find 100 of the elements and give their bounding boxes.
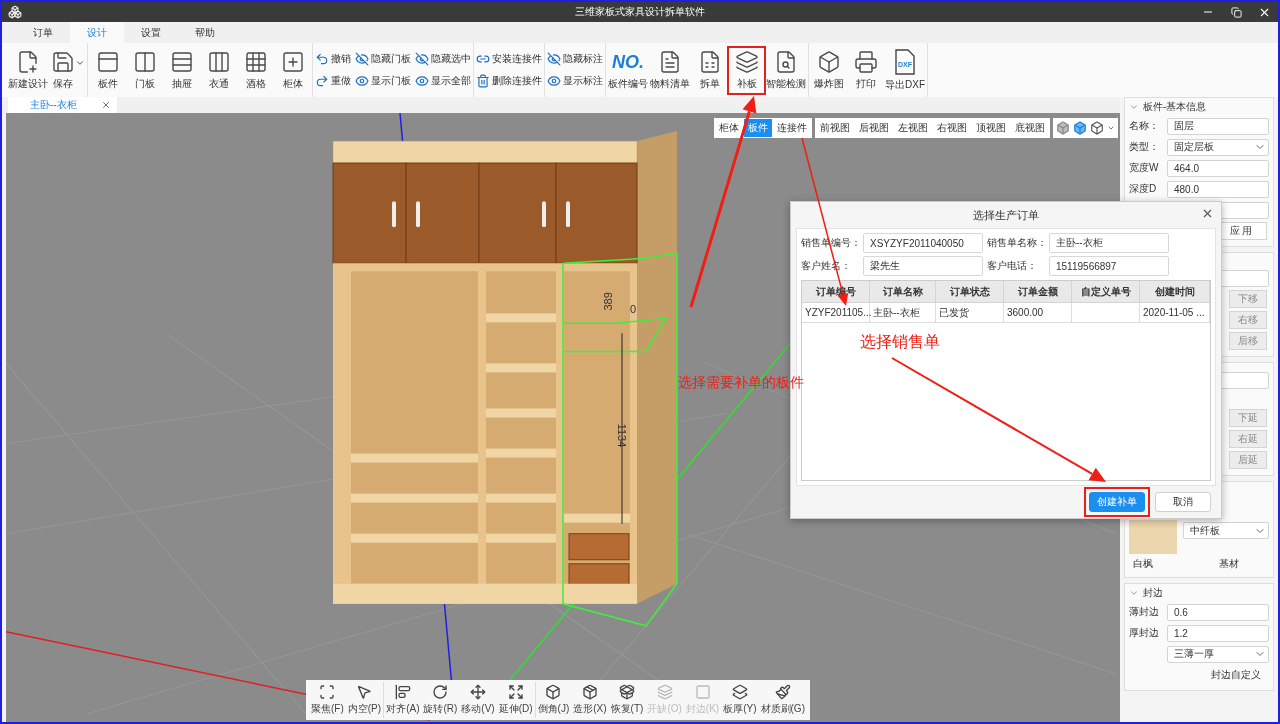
material-label: 白枫	[1133, 557, 1153, 571]
dropdown[interactable]: 三薄一厚	[1167, 645, 1269, 663]
input-field[interactable]: 464.0	[1167, 159, 1269, 177]
ribbon-button[interactable]: 柜体	[275, 47, 310, 93]
ribbon-button[interactable]: 智能检测	[766, 47, 806, 93]
ribbon-button[interactable]: 删除连接件	[475, 74, 543, 88]
tool-button[interactable]: 对齐(A)	[384, 682, 422, 718]
document-tab[interactable]: 主卧--衣柜	[8, 97, 117, 113]
ribbon-button[interactable]: 保存	[50, 47, 85, 93]
menu-tab[interactable]: 订单	[16, 22, 70, 43]
ribbon-button[interactable]: 隐藏门板	[354, 52, 412, 66]
field-label: 名称：	[1129, 119, 1160, 133]
caret-icon[interactable]	[1107, 124, 1115, 132]
dropdown[interactable]: 中纤板	[1183, 522, 1269, 539]
ribbon-button[interactable]: 安装连接件	[475, 52, 543, 66]
dropdown[interactable]: 固定层板	[1167, 138, 1269, 156]
cube-icon	[619, 684, 635, 700]
wardrobe-drawing[interactable]	[332, 131, 677, 604]
tool-button[interactable]: 移动(V)	[459, 682, 497, 718]
input-field[interactable]: 梁先生	[863, 256, 983, 276]
input-field[interactable]: 固层	[1167, 117, 1269, 135]
ribbon-button[interactable]: NO. 板件编号	[608, 47, 648, 93]
eye-icon	[547, 74, 561, 88]
column-header[interactable]: 订单状态	[936, 281, 1004, 303]
wood-swatch[interactable]	[1129, 520, 1177, 554]
ribbon-button[interactable]: 衣通	[201, 47, 236, 93]
ribbon-button[interactable]: 撤销	[314, 52, 352, 66]
table-cell[interactable]: 已发货	[936, 303, 1004, 323]
input-field[interactable]: 15119566897	[1049, 256, 1169, 276]
cube-icon[interactable]	[1056, 121, 1070, 135]
ribbon-button[interactable]: 爆炸图	[811, 47, 846, 93]
number-icon: NO.	[612, 49, 644, 74]
tool-button[interactable]: 倒角(J)	[535, 682, 572, 718]
tool-button[interactable]: 造形(X)	[571, 682, 609, 718]
ribbon-button[interactable]: 显示标注	[546, 74, 604, 88]
column-header[interactable]: 订单名称	[870, 281, 936, 303]
document-search-icon	[774, 49, 798, 74]
input-field[interactable]: 1.2	[1167, 624, 1269, 642]
column-header[interactable]: 创建时间	[1140, 281, 1210, 303]
menu-tab[interactable]: 帮助	[178, 22, 232, 43]
dimension-label: 389	[602, 292, 614, 311]
column-header[interactable]: 订单金额	[1004, 281, 1072, 303]
table-cell[interactable]: YZYF201105...	[802, 303, 870, 323]
ribbon-button[interactable]: 隐藏标注	[546, 52, 604, 66]
ribbon-button[interactable]: 打印	[848, 47, 883, 93]
ribbon-button[interactable]: 补板	[729, 47, 764, 93]
menu-tab[interactable]: 设置	[124, 22, 178, 43]
close-icon[interactable]	[100, 100, 111, 110]
table-cell[interactable]: 2020-11-05 ...	[1140, 303, 1210, 323]
ribbon-button[interactable]: 抽屉	[164, 47, 199, 93]
plus-file-icon	[16, 49, 40, 74]
menu-tab[interactable]: 设计	[70, 22, 124, 43]
ribbon-button[interactable]: 板件	[90, 47, 125, 93]
printer-icon	[853, 49, 878, 74]
ribbon-button[interactable]: 新建设计	[8, 47, 48, 93]
tool-button[interactable]: 延伸(D)	[496, 682, 535, 718]
eye-icon	[415, 74, 429, 88]
ribbon-button[interactable]: 重做	[314, 74, 352, 88]
ribbon-button[interactable]: 门板	[127, 47, 162, 93]
section-title: 板件-基本信息	[1143, 100, 1207, 114]
app-logo-icon	[8, 5, 22, 19]
panel-link[interactable]: 封边自定义	[1211, 668, 1261, 682]
ribbon-button[interactable]: 隐藏选中	[414, 52, 472, 66]
dialog-title: 选择生产订单	[973, 207, 1039, 223]
tool-button[interactable]: 板厚(Y)	[721, 682, 759, 718]
ribbon-button[interactable]: 显示全部	[414, 74, 472, 88]
input-field[interactable]: 主卧--衣柜	[1049, 233, 1169, 253]
dialog-button[interactable]: 取消	[1155, 492, 1211, 512]
cube-icon[interactable]	[1090, 121, 1104, 135]
table-cell[interactable]: 3600.00	[1004, 303, 1072, 323]
ribbon-button[interactable]: 拆单	[692, 47, 727, 93]
tool-button[interactable]: 恢复(T)	[608, 682, 646, 718]
tool-button[interactable]: 材质刷(G)	[758, 682, 807, 718]
tool-button[interactable]: 旋转(R)	[421, 682, 460, 718]
input-field[interactable]: 0.6	[1167, 603, 1269, 621]
align-icon	[394, 684, 411, 700]
field-label: 类型：	[1129, 140, 1160, 154]
tool-button[interactable]: 聚焦(F)	[309, 682, 346, 718]
undo-icon	[315, 52, 329, 66]
tool-button[interactable]: 内空(P)	[345, 682, 384, 718]
close-icon	[1201, 207, 1214, 220]
cube-icon[interactable]	[1073, 121, 1087, 135]
ribbon-button[interactable]: 酒格	[238, 47, 273, 93]
cube-icon	[545, 684, 562, 700]
eye-off-icon	[547, 52, 561, 66]
input-field[interactable]: XSYZYF2011040050	[863, 233, 983, 253]
cabinet-plus-icon	[280, 49, 305, 74]
rotate-icon	[432, 684, 449, 700]
dimension-label: 0	[629, 303, 637, 316]
table-cell[interactable]: 主卧--衣柜	[870, 303, 936, 323]
column-header[interactable]: 自定义单号	[1072, 281, 1140, 303]
input-field[interactable]: 480.0	[1167, 180, 1269, 198]
ribbon-button[interactable]: 物料清单	[650, 47, 690, 93]
table-cell[interactable]	[1072, 303, 1140, 323]
material-label: 基材	[1219, 557, 1239, 571]
field-label: 宽度W	[1129, 161, 1160, 175]
move-icon	[470, 684, 487, 700]
ribbon-button[interactable]: 显示门板	[354, 74, 412, 88]
annotation-label: 选择销售单	[860, 332, 940, 352]
trash-icon	[476, 74, 490, 88]
